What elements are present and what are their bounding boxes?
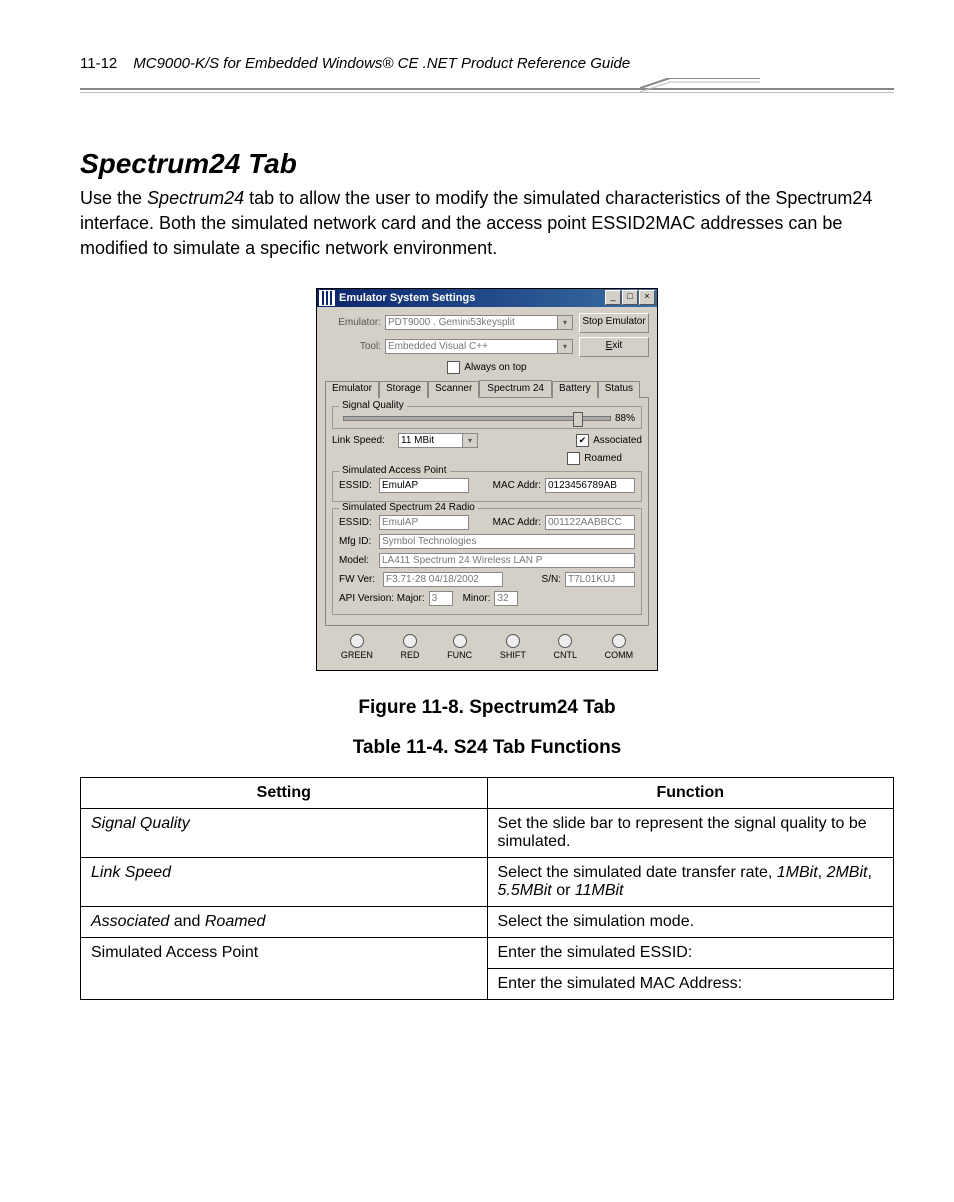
slider-thumb[interactable] [573,412,583,427]
app-icon [319,290,335,306]
stop-emulator-button[interactable]: Stop Emulator [579,313,649,333]
signal-quality-slider[interactable] [343,416,611,421]
fw-input[interactable]: F3.71-28 04/18/2002 [383,572,503,587]
ap-essid-input[interactable]: EmulAP [379,478,469,493]
link-speed-label: Link Speed: [332,435,398,446]
page-header: 11-12 MC9000-K/S for Embedded Windows® C… [80,55,894,72]
tab-status[interactable]: Status [598,381,640,398]
always-on-top-checkbox[interactable] [447,361,460,374]
led-icon [350,634,364,648]
table-row: Signal Quality Set the slide bar to repr… [81,808,894,857]
radio-group-title: Simulated Spectrum 24 Radio [339,502,478,513]
indicator-shift: SHIFT [500,634,526,660]
emulator-settings-window: Emulator System Settings _ □ × Emulator:… [316,288,658,671]
section-heading: Spectrum24 Tab [80,148,894,180]
tool-combo[interactable]: Embedded Visual C++▾ [385,339,573,354]
sn-label: S/N: [542,574,561,585]
chevron-down-icon[interactable]: ▾ [462,434,477,447]
tab-battery[interactable]: Battery [552,381,598,398]
ap-essid-label: ESSID: [339,480,379,491]
led-icon [506,634,520,648]
model-label: Model: [339,555,379,566]
radio-essid-input[interactable]: EmulAP [379,515,469,530]
figure-caption: Figure 11-8. Spectrum24 Tab [80,697,894,719]
ap-group-title: Simulated Access Point [339,465,450,476]
indicator-red: RED [401,634,420,660]
model-input[interactable]: LA411 Spectrum 24 Wireless LAN P [379,553,635,568]
api-major-input[interactable]: 3 [429,591,453,606]
radio-mac-input[interactable]: 001122AABBCC [545,515,635,530]
link-speed-combo[interactable]: 11 MBit▾ [398,433,478,448]
ap-mac-label: MAC Addr: [493,480,541,491]
api-minor-label: Minor: [463,593,491,604]
indicator-row: GREEN RED FUNC SHIFT CNTL COMM [325,626,649,662]
table-row: Simulated Access Point Enter the simulat… [81,937,894,968]
close-icon[interactable]: × [639,290,655,305]
always-on-top-label: Always on top [464,362,526,373]
table-row: Link Speed Select the simulated date tra… [81,857,894,906]
section-paragraph: Use the Spectrum24 tab to allow the user… [80,186,894,262]
th-function: Function [487,777,894,808]
radio-mac-label: MAC Addr: [493,517,541,528]
tab-spectrum24[interactable]: Spectrum 24 [479,380,552,397]
indicator-comm: COMM [605,634,634,660]
ap-mac-input[interactable]: 0123456789AB [545,478,635,493]
window-title: Emulator System Settings [339,292,604,304]
api-major-label: API Version: Major: [339,593,425,604]
exit-button[interactable]: Exit [579,337,649,357]
page-number: 11-12 [80,55,117,72]
tab-scanner[interactable]: Scanner [428,381,479,398]
tab-storage[interactable]: Storage [379,381,428,398]
header-rule [80,78,894,108]
associated-checkbox[interactable]: ✔ [576,434,589,447]
table-caption: Table 11-4. S24 Tab Functions [80,737,894,759]
mfg-input[interactable]: Symbol Technologies [379,534,635,549]
radio-essid-label: ESSID: [339,517,379,528]
sn-input[interactable]: T7L01KUJ [565,572,635,587]
mfg-label: Mfg ID: [339,536,379,547]
associated-label: Associated [593,435,642,446]
tab-emulator[interactable]: Emulator [325,381,379,398]
led-icon [403,634,417,648]
api-minor-input[interactable]: 32 [494,591,518,606]
emulator-label: Emulator: [325,317,385,328]
titlebar[interactable]: Emulator System Settings _ □ × [317,289,657,307]
signal-quality-value: 88% [615,413,635,424]
maximize-icon[interactable]: □ [622,290,638,305]
signal-quality-label: Signal Quality [339,400,407,411]
emulator-combo[interactable]: PDT9000 . Gemini53keysplit▾ [385,315,573,330]
indicator-green: GREEN [341,634,373,660]
roamed-label: Roamed [584,453,622,464]
minimize-icon[interactable]: _ [605,290,621,305]
indicator-func: FUNC [447,634,472,660]
table-row: Associated and Roamed Select the simulat… [81,906,894,937]
indicator-cntl: CNTL [553,634,577,660]
tool-label: Tool: [325,341,385,352]
led-icon [558,634,572,648]
led-icon [453,634,467,648]
chevron-down-icon[interactable]: ▾ [557,340,572,353]
roamed-checkbox[interactable] [567,452,580,465]
doc-title: MC9000-K/S for Embedded Windows® CE .NET… [133,55,630,72]
led-icon [612,634,626,648]
tab-strip: Emulator Storage Scanner Spectrum 24 Bat… [325,380,649,398]
th-setting: Setting [81,777,488,808]
fw-label: FW Ver: [339,574,383,585]
chevron-down-icon[interactable]: ▾ [557,316,572,329]
functions-table: Setting Function Signal Quality Set the … [80,777,894,1000]
